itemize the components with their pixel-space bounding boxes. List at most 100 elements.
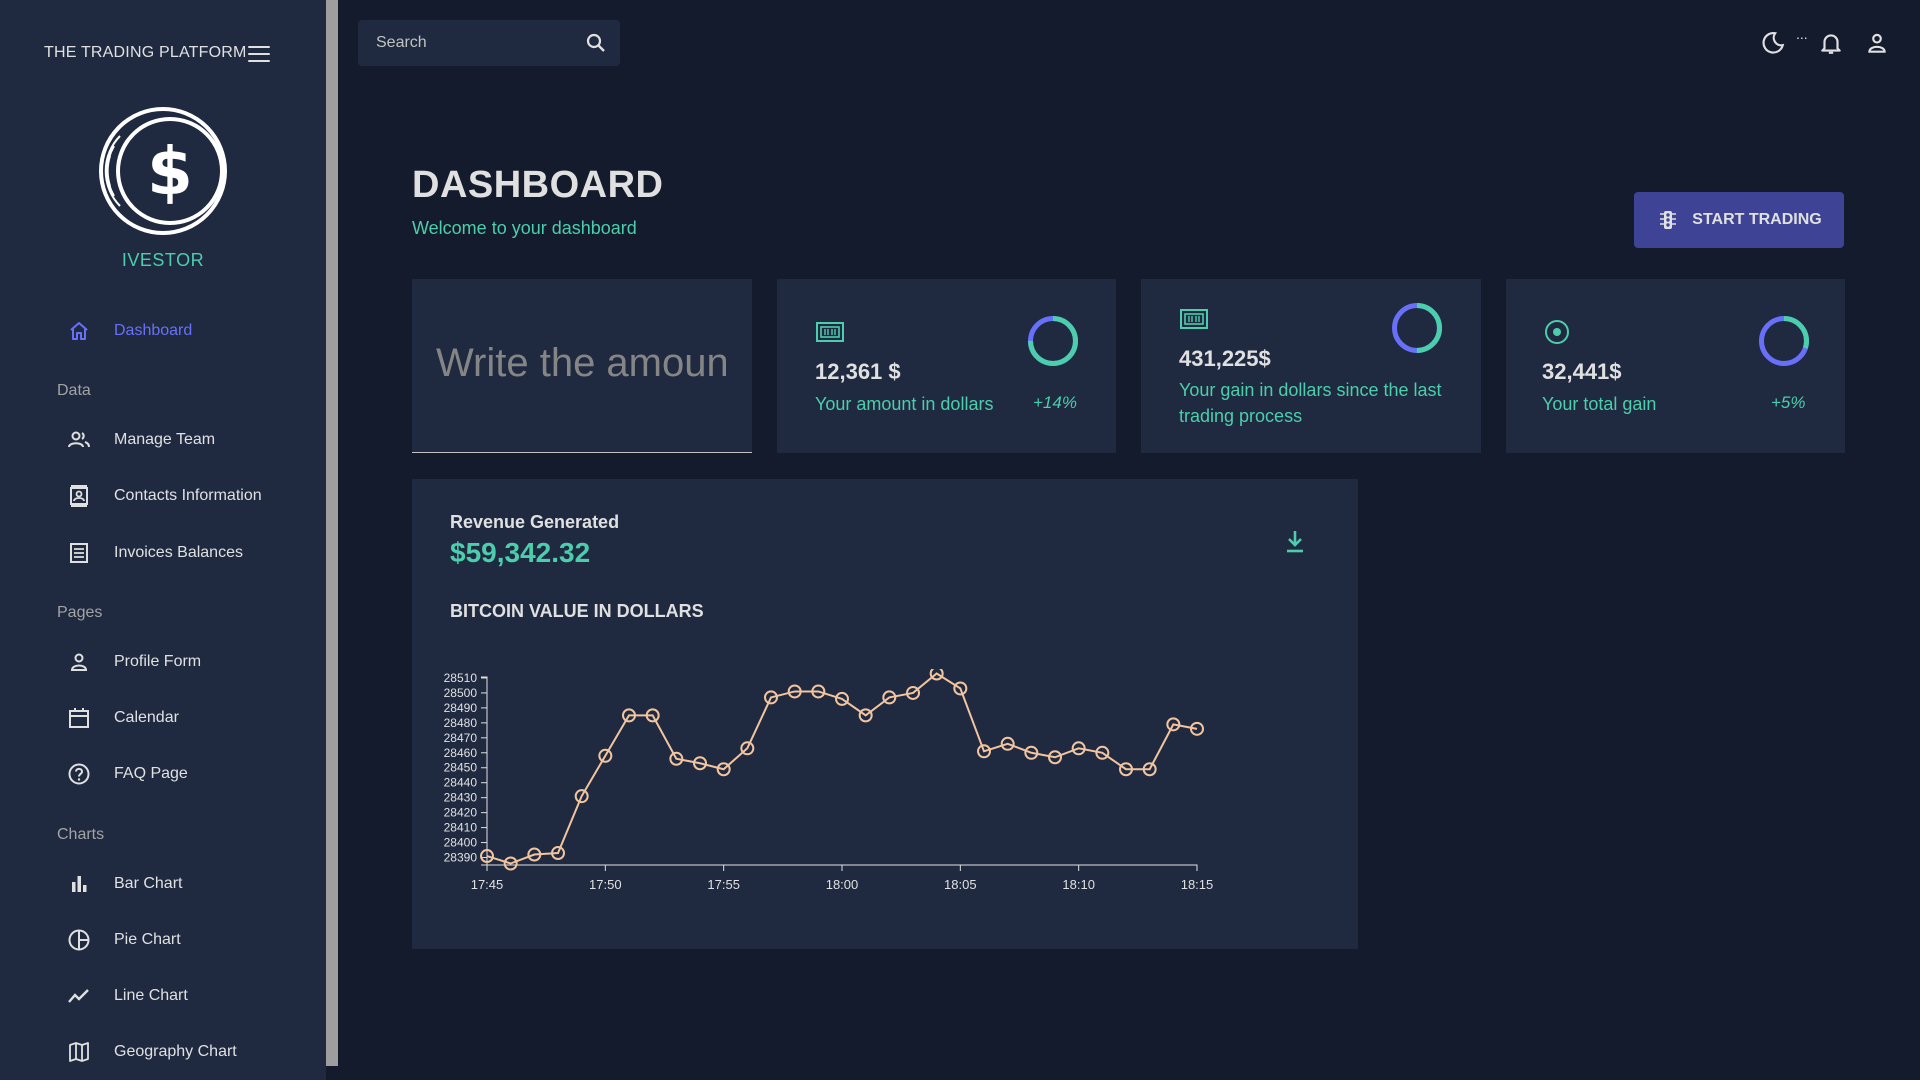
sidebar-scrollbar[interactable] xyxy=(326,0,338,1080)
y-tick-label: 28460 xyxy=(444,746,478,760)
stat-value: 431,225$ xyxy=(1179,346,1271,371)
home-icon xyxy=(64,316,94,346)
traffic-icon xyxy=(1660,211,1677,229)
sidebar-item-faq[interactable]: FAQ Page xyxy=(64,754,188,794)
money-icon xyxy=(1180,309,1208,329)
x-tick-label: 17:50 xyxy=(589,877,622,892)
sidebar-item-line-chart[interactable]: Line Chart xyxy=(64,976,188,1016)
brand-title: THE TRADING PLATFORM xyxy=(44,44,247,61)
page-subtitle: Welcome to your dashboard xyxy=(412,218,637,238)
sidebar: THE TRADING PLATFORM $ IVESTOR Dashboard… xyxy=(0,0,326,1080)
sidebar-item-label: Bar Chart xyxy=(114,875,183,892)
notifications-icon[interactable] xyxy=(1818,30,1844,56)
sidebar-item-invoices[interactable]: Invoices Balances xyxy=(64,533,243,573)
download-icon[interactable] xyxy=(1280,527,1310,557)
sidebar-item-label: Calendar xyxy=(114,709,179,726)
x-tick-label: 18:00 xyxy=(826,877,859,892)
y-tick-label: 28480 xyxy=(444,716,478,730)
line-chart-icon xyxy=(64,981,94,1011)
radio-target-icon xyxy=(1545,320,1569,344)
stat-label: Your gain in dollars since the last trad… xyxy=(1179,380,1442,426)
sidebar-item-label: Dashboard xyxy=(114,322,193,339)
y-tick-label: 28420 xyxy=(444,806,478,820)
search-input[interactable] xyxy=(376,20,576,66)
section-charts: Charts xyxy=(57,826,105,843)
map-icon xyxy=(64,1037,94,1067)
sidebar-item-geography-chart[interactable]: Geography Chart xyxy=(64,1032,237,1072)
section-data: Data xyxy=(57,382,91,399)
bar-chart-icon xyxy=(64,869,94,899)
scrollbar-thumb[interactable] xyxy=(326,0,338,1066)
sidebar-item-label: Profile Form xyxy=(114,653,202,670)
sidebar-item-label: FAQ Page xyxy=(114,765,188,782)
y-tick-label: 28510 xyxy=(444,671,478,685)
series-line xyxy=(486,672,1198,865)
sidebar-item-calendar[interactable]: Calendar xyxy=(64,698,179,738)
x-tick-label: 17:55 xyxy=(707,877,740,892)
svg-text:$: $ xyxy=(147,133,193,210)
dollar-coin-logo: $ xyxy=(99,107,227,235)
y-tick-label: 28440 xyxy=(444,776,478,790)
stat-value: 32,441$ xyxy=(1542,359,1622,384)
y-tick-label: 28410 xyxy=(444,821,478,835)
stat-value: 12,361 $ xyxy=(815,359,901,384)
x-tick-label: 18:15 xyxy=(1181,877,1214,892)
sidebar-item-pie-chart[interactable]: Pie Chart xyxy=(64,920,181,960)
y-tick-label: 28450 xyxy=(444,761,478,775)
user-icon[interactable] xyxy=(1864,30,1890,56)
stat-card-gain: 431,225$ Your gain in dollars since the … xyxy=(1141,279,1481,453)
section-pages: Pages xyxy=(57,604,103,621)
receipt-icon xyxy=(64,538,94,568)
y-tick-label: 28490 xyxy=(444,701,478,715)
page-title: DASHBOARD xyxy=(412,164,664,206)
x-tick-label: 17:45 xyxy=(471,877,504,892)
sidebar-item-bar-chart[interactable]: Bar Chart xyxy=(64,864,182,904)
person-icon xyxy=(64,647,94,677)
sidebar-item-dashboard[interactable]: Dashboard xyxy=(64,311,192,351)
stat-card-amount: 12,361 $ Your amount in dollars +14% xyxy=(777,279,1116,453)
stat-percent: +14% xyxy=(1033,393,1077,412)
search-box xyxy=(358,20,620,66)
sidebar-item-label: Pie Chart xyxy=(114,931,181,948)
menu-toggle-icon[interactable] xyxy=(248,46,270,62)
progress-ring xyxy=(1759,316,1809,366)
y-tick-label: 28430 xyxy=(444,791,478,805)
revenue-panel: Revenue Generated $59,342.32 BITCOIN VAL… xyxy=(412,479,1358,949)
stat-card-total: 32,441$ Your total gain +5% xyxy=(1506,279,1845,453)
logo-name: IVESTOR xyxy=(121,250,205,270)
sidebar-item-label: Line Chart xyxy=(114,987,188,1004)
sidebar-item-label: Geography Chart xyxy=(114,1043,237,1060)
dark-mode-icon[interactable] xyxy=(1760,30,1786,56)
contacts-icon xyxy=(64,481,94,511)
chart-title: BITCOIN VALUE IN DOLLARS xyxy=(450,601,704,621)
amount-input-card xyxy=(412,279,752,453)
sidebar-item-label: Manage Team xyxy=(114,431,216,448)
y-axis xyxy=(481,676,488,866)
calendar-icon xyxy=(64,703,94,733)
amount-input[interactable] xyxy=(436,333,726,393)
y-tick-label: 28390 xyxy=(444,851,478,865)
more-dots: ... xyxy=(1796,26,1808,42)
revenue-title: Revenue Generated xyxy=(450,512,620,532)
pie-chart-icon xyxy=(64,925,94,955)
sidebar-item-manage-team[interactable]: Manage Team xyxy=(64,420,215,460)
sidebar-item-profile-form[interactable]: Profile Form xyxy=(64,642,201,682)
x-tick-label: 18:05 xyxy=(944,877,977,892)
search-icon[interactable] xyxy=(584,31,608,55)
money-icon xyxy=(816,322,844,342)
stat-label: Your amount in dollars xyxy=(815,394,994,414)
stat-percent: +5% xyxy=(1771,393,1806,412)
start-trading-button[interactable]: START TRADING xyxy=(1634,192,1844,248)
x-tick-label: 18:10 xyxy=(1062,877,1095,892)
help-icon xyxy=(64,759,94,789)
start-trading-label: START TRADING xyxy=(1692,211,1822,228)
progress-ring xyxy=(1028,316,1078,366)
sidebar-item-contacts[interactable]: Contacts Information xyxy=(64,476,262,516)
sidebar-item-label: Contacts Information xyxy=(114,487,262,504)
y-tick-label: 28470 xyxy=(444,731,478,745)
sidebar-item-label: Invoices Balances xyxy=(114,544,243,561)
people-icon xyxy=(64,425,94,455)
y-tick-label: 28400 xyxy=(444,836,478,850)
bitcoin-line-chart: 2839028400284102842028430284402845028460… xyxy=(444,669,1214,892)
stat-label: Your total gain xyxy=(1542,394,1657,414)
